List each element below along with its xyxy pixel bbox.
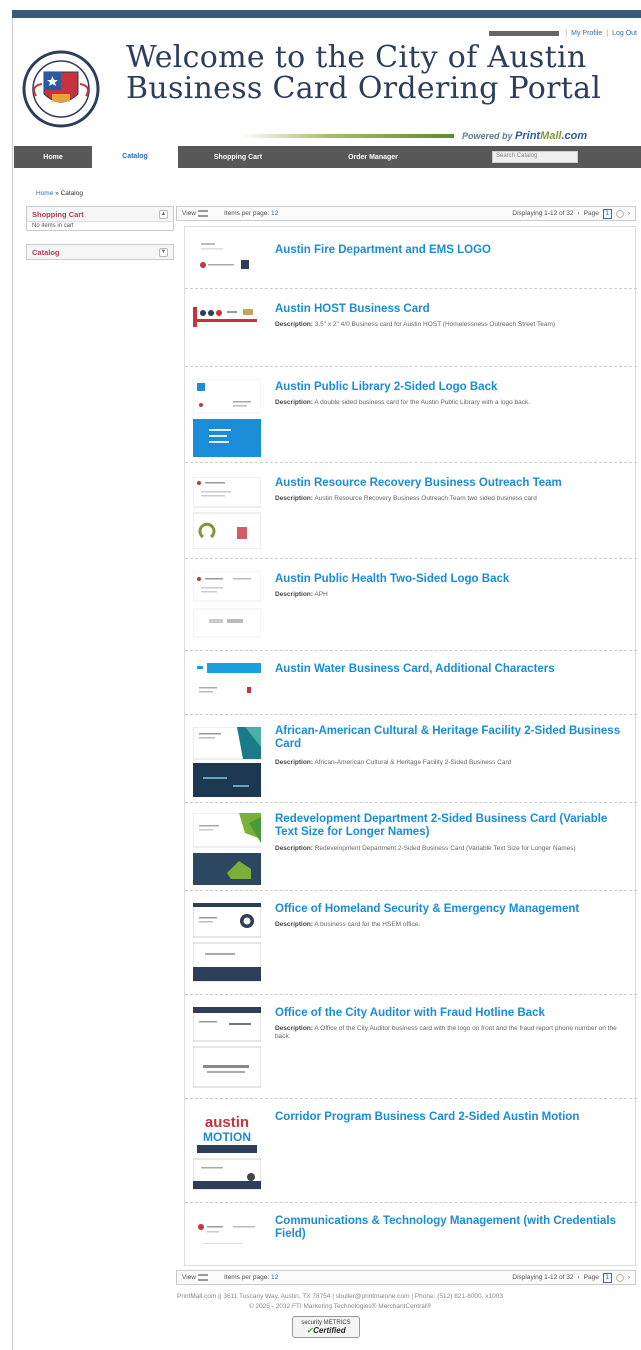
product-thumbnail[interactable] <box>193 661 261 705</box>
product-description: Description: A Office of the City Audito… <box>275 1025 617 1040</box>
product-thumbnail[interactable] <box>193 727 261 797</box>
breadcrumb: Home » Catalog <box>36 190 83 197</box>
city-seal-logo <box>22 50 100 128</box>
items-per-page-select[interactable]: 12 <box>271 1274 278 1281</box>
log-out-link[interactable]: Log Out <box>612 30 637 37</box>
product-thumbnail[interactable]: austin MOTION <box>193 1111 261 1191</box>
nav-order-manager[interactable]: Order Manager <box>298 154 448 161</box>
product-title[interactable]: Office of the City Auditor with Fraud Ho… <box>275 1007 631 1020</box>
product-description: Description: Austin Resource Recovery Bu… <box>275 495 537 502</box>
list-item: Austin Public Health Two-Sided Logo Back… <box>185 559 637 651</box>
list-view-icon[interactable] <box>197 209 208 217</box>
pager-bottom: View Items per page: 12 Displaying 1-12 … <box>176 1270 636 1285</box>
footer: PrintMall.com || 3611 Tuscany Way, Austi… <box>60 1292 620 1312</box>
portal-title: Welcome to the City of Austin Business C… <box>126 42 601 104</box>
product-thumbnail[interactable] <box>193 477 261 549</box>
next-page-icon[interactable]: › <box>628 1274 630 1281</box>
nav-catalog[interactable]: Catalog <box>92 146 178 168</box>
powered-divider <box>240 134 454 138</box>
list-item: Austin Water Business Card, Additional C… <box>185 651 637 715</box>
shopping-cart-panel: Shopping Cart ▲ No items in cart <box>26 206 174 231</box>
search-catalog-input[interactable]: Search Catalog <box>492 151 578 163</box>
product-description: Description: Redevelopment Department 2-… <box>275 845 576 852</box>
product-description: Description: APH <box>275 591 328 598</box>
nav-shopping-cart[interactable]: Shopping Cart <box>178 154 298 161</box>
page-next-dot[interactable] <box>615 209 624 218</box>
svg-text:MOTION: MOTION <box>203 1130 251 1144</box>
displaying-count: Displaying 1-12 of 32 <box>512 210 574 217</box>
list-item: Austin Public Library 2-Sided Logo Back … <box>185 367 637 463</box>
my-profile-link[interactable]: My Profile <box>571 30 602 37</box>
list-item: Austin HOST Business Card Description: 3… <box>185 289 637 367</box>
next-page-icon[interactable]: › <box>628 210 630 217</box>
list-item: Austin Resource Recovery Business Outrea… <box>185 463 637 559</box>
product-thumbnail[interactable] <box>193 237 261 277</box>
product-title[interactable]: Communications & Technology Management (… <box>275 1215 631 1241</box>
prev-page-icon[interactable]: ‹ <box>577 1274 579 1281</box>
top-bar <box>12 10 641 18</box>
title-line-1: Welcome to the City of Austin <box>126 40 587 75</box>
list-item: Austin Fire Department and EMS LOGO <box>185 227 637 289</box>
list-view-icon[interactable] <box>197 1273 208 1281</box>
product-thumbnail[interactable] <box>193 379 261 457</box>
pager-top: View Items per page: 12 Displaying 1-12 … <box>176 206 636 221</box>
list-item: Office of Homeland Security & Emergency … <box>185 891 637 995</box>
product-thumbnail[interactable] <box>193 301 261 349</box>
nav-home[interactable]: Home <box>14 154 92 161</box>
displaying-count: Displaying 1-12 of 32 <box>512 1274 574 1281</box>
product-title[interactable]: Austin HOST Business Card <box>275 303 631 316</box>
product-thumbnail[interactable] <box>193 903 261 983</box>
product-title[interactable]: Austin Fire Department and EMS LOGO <box>275 244 631 257</box>
footer-copyright: © 2025 - 2032 FTI Marketing Technologies… <box>248 1303 432 1310</box>
username-redacted <box>489 31 560 36</box>
list-item: Communications & Technology Management (… <box>185 1203 637 1267</box>
title-line-2: Business Card Ordering Portal <box>126 71 602 106</box>
current-page-box[interactable]: 1 <box>602 208 612 219</box>
product-title[interactable]: Austin Public Library 2-Sided Logo Back <box>275 381 631 394</box>
product-title[interactable]: Office of Homeland Security & Emergency … <box>275 903 631 916</box>
catalog-title: Catalog <box>32 247 60 257</box>
list-item: Office of the City Auditor with Fraud Ho… <box>185 995 637 1099</box>
prev-page-icon[interactable]: ‹ <box>577 210 579 217</box>
items-per-page-select[interactable]: 12 <box>271 210 278 217</box>
chevron-down-icon[interactable]: ▼ <box>159 247 168 257</box>
list-item: Redevelopment Department 2-Sided Busines… <box>185 803 637 891</box>
security-certified-badge[interactable]: security METRICS ✓Certified <box>292 1316 360 1338</box>
chevron-up-icon[interactable]: ▲ <box>159 209 168 219</box>
breadcrumb-home[interactable]: Home <box>36 190 53 197</box>
powered-by: Powered by PrintMall.com <box>462 130 588 142</box>
svg-text:austin: austin <box>205 1114 249 1131</box>
list-item: austin MOTION Corridor Program Business … <box>185 1099 637 1203</box>
product-thumbnail[interactable] <box>193 813 261 885</box>
page-next-dot[interactable] <box>615 1273 624 1282</box>
user-links: | My Profile | Log Out <box>489 30 637 37</box>
product-description: Description: A double sided business car… <box>275 399 531 406</box>
product-title[interactable]: Austin Resource Recovery Business Outrea… <box>275 477 631 490</box>
product-description: Description: 3.5" x 2" 4/0 Business card… <box>275 321 556 328</box>
product-title[interactable]: African-American Cultural & Heritage Fac… <box>275 725 631 751</box>
product-title[interactable]: Redevelopment Department 2-Sided Busines… <box>275 813 631 839</box>
product-title[interactable]: Corridor Program Business Card 2-Sided A… <box>275 1111 631 1124</box>
product-list: Austin Fire Department and EMS LOGO Aust… <box>184 226 637 1267</box>
product-thumbnail[interactable] <box>193 571 261 639</box>
shopping-cart-title: Shopping Cart <box>32 209 84 219</box>
product-title[interactable]: Austin Water Business Card, Additional C… <box>275 663 631 676</box>
catalog-panel: Catalog ▼ <box>26 244 174 260</box>
breadcrumb-current: Catalog <box>60 190 83 197</box>
product-description: Description: A business card for the HSE… <box>275 921 421 928</box>
product-thumbnail[interactable] <box>193 1215 261 1255</box>
footer-address: PrintMall.com || 3611 Tuscany Way, Austi… <box>176 1293 503 1300</box>
product-description: Description: African-American Cultural &… <box>275 759 512 766</box>
main-nav: Home Catalog Shopping Cart Order Manager… <box>14 146 641 168</box>
product-thumbnail[interactable] <box>193 1007 261 1091</box>
cart-empty-text: No items in cart <box>27 221 173 230</box>
current-page-box[interactable]: 1 <box>602 1272 612 1283</box>
list-item: African-American Cultural & Heritage Fac… <box>185 715 637 803</box>
product-title[interactable]: Austin Public Health Two-Sided Logo Back <box>275 573 631 586</box>
